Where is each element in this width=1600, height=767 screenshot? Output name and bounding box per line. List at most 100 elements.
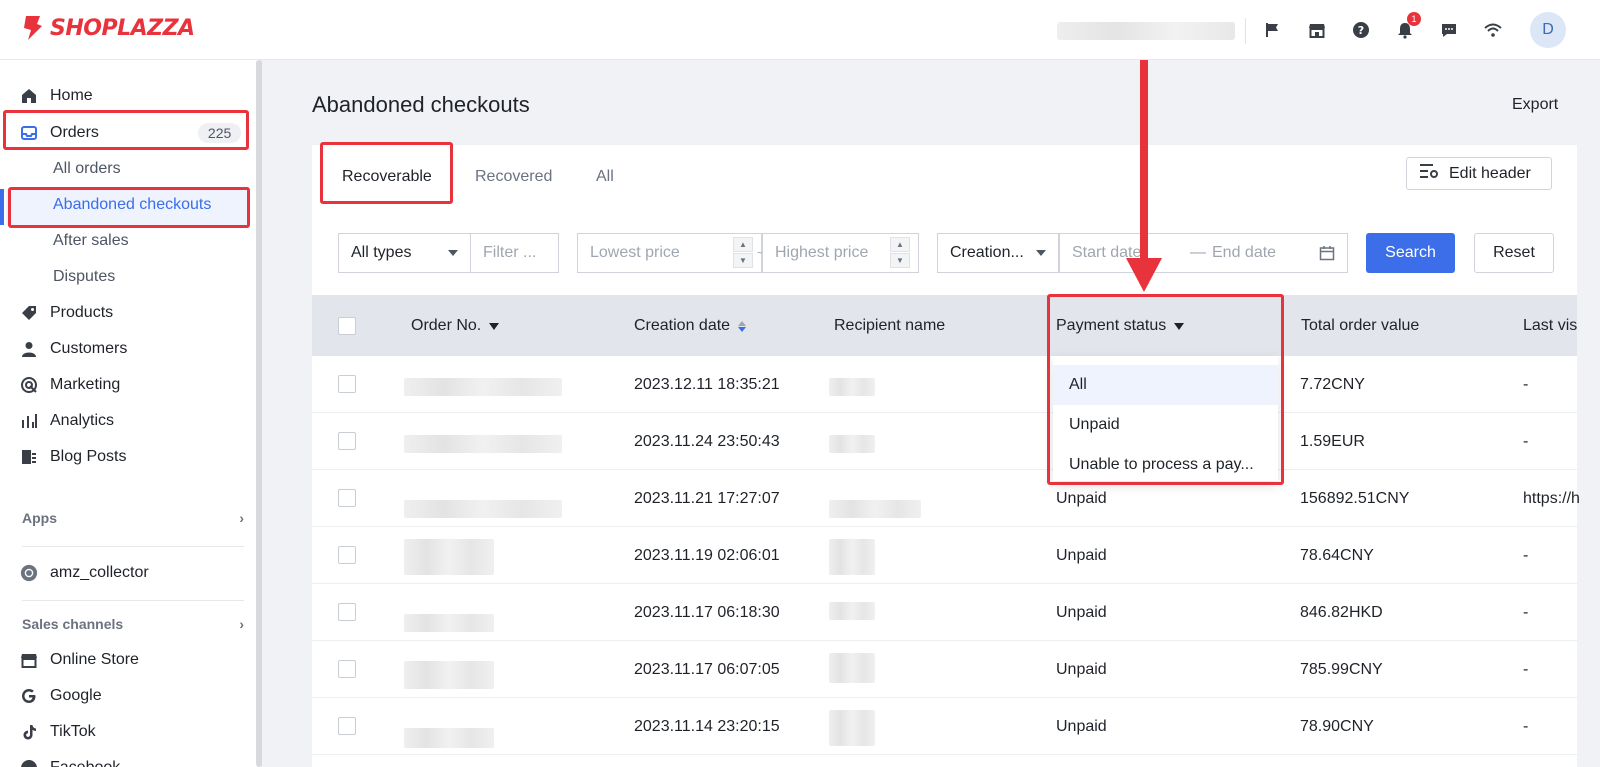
- app-icon: [20, 564, 38, 582]
- date-range-picker[interactable]: Start date — End date: [1059, 233, 1348, 273]
- tab-recovered[interactable]: Recovered: [475, 168, 552, 186]
- column-header-order-no[interactable]: Order No.: [411, 317, 500, 335]
- payment-status: Unpaid: [1056, 490, 1107, 507]
- chevron-right-icon: ›: [239, 510, 244, 526]
- creation-date: 2023.11.19 02:06:01: [634, 547, 780, 564]
- row-checkbox[interactable]: [338, 489, 356, 507]
- sidebar-item-label: Facebook: [50, 759, 120, 767]
- sort-icon[interactable]: [738, 320, 747, 332]
- help-icon[interactable]: ?: [1349, 18, 1373, 42]
- sidebar-scrollbar[interactable]: [256, 60, 262, 767]
- order-number-blurred[interactable]: [404, 539, 494, 575]
- avatar[interactable]: D: [1530, 12, 1566, 48]
- sidebar-item-marketing[interactable]: Marketing: [20, 369, 120, 401]
- home-icon: [20, 87, 38, 105]
- select-all-checkbox[interactable]: [338, 317, 356, 335]
- apps-label: Apps: [22, 510, 57, 526]
- table-row[interactable]: 2023.11.21 17:27:07 Unpaid 156892.51CNY …: [312, 470, 1580, 527]
- sidebar-subitem-after-sales[interactable]: After sales: [53, 225, 129, 257]
- recipient-name-blurred: [829, 539, 875, 575]
- edit-header-button[interactable]: Edit header: [1406, 157, 1552, 190]
- highlight-payment-status: [1047, 294, 1284, 485]
- sales-channels-section-header[interactable]: Sales channels ›: [22, 616, 244, 632]
- recipient-name-blurred: [829, 435, 875, 453]
- sidebar-subitem-all-orders[interactable]: All orders: [53, 153, 121, 185]
- total-order-value: 785.99CNY: [1300, 661, 1383, 678]
- bell-icon[interactable]: 1: [1393, 12, 1421, 42]
- sidebar-subitem-disputes[interactable]: Disputes: [53, 261, 115, 293]
- chevron-down-icon: [448, 250, 458, 256]
- store-icon[interactable]: [1305, 18, 1329, 42]
- filter-input[interactable]: Filter ...: [470, 233, 559, 273]
- search-button[interactable]: Search: [1366, 233, 1455, 273]
- flag-icon[interactable]: [1261, 18, 1285, 42]
- lowest-price-input[interactable]: Lowest price ▲ ▼: [577, 233, 762, 273]
- row-checkbox[interactable]: [338, 375, 356, 393]
- top-bar: SHOPLAZZA ? 1 D: [0, 0, 1600, 60]
- page-title: Abandoned checkouts: [312, 92, 530, 117]
- sidebar-item-label: Online Store: [50, 651, 139, 668]
- column-header-label: Last vis: [1523, 317, 1578, 334]
- last-visited: -: [1523, 547, 1529, 564]
- row-checkbox[interactable]: [338, 432, 356, 450]
- sidebar-item-facebook[interactable]: Facebook: [20, 752, 120, 767]
- row-checkbox[interactable]: [338, 717, 356, 735]
- logo-mark-icon: [24, 16, 42, 40]
- sidebar-item-label: Analytics: [50, 412, 115, 429]
- table-row[interactable]: 2023.12.11 18:35:21 7.72CNY -: [312, 356, 1577, 413]
- store-name-blurred[interactable]: [1057, 22, 1235, 40]
- tab-all[interactable]: All: [596, 168, 614, 186]
- increment-arrow-icon[interactable]: ▲: [890, 237, 910, 252]
- last-visited[interactable]: https://h: [1523, 490, 1580, 508]
- order-number-blurred[interactable]: [404, 500, 562, 518]
- decrement-arrow-icon[interactable]: ▼: [890, 253, 910, 268]
- person-icon: [20, 340, 38, 358]
- sidebar-item-amz-collector[interactable]: amz_collector: [20, 557, 149, 589]
- sidebar-item-google[interactable]: Google: [20, 680, 102, 712]
- table-row[interactable]: 2023.11.24 23:50:43 1.59EUR -: [312, 413, 1577, 470]
- highest-price-input[interactable]: Highest price ▲ ▼: [762, 233, 919, 273]
- table-row[interactable]: 2023.11.14 23:20:15 Unpaid 78.90CNY -: [312, 698, 1577, 755]
- sidebar-item-customers[interactable]: Customers: [20, 333, 127, 365]
- type-select[interactable]: All types: [338, 233, 471, 273]
- apps-section-header[interactable]: Apps ›: [22, 510, 244, 526]
- calendar-icon: [1319, 245, 1335, 266]
- table-row[interactable]: 2023.11.17 06:07:05 Unpaid 785.99CNY -: [312, 641, 1577, 698]
- sidebar-item-home[interactable]: Home: [20, 80, 93, 112]
- payment-status: Unpaid: [1056, 547, 1107, 564]
- sidebar-item-products[interactable]: Products: [20, 297, 113, 329]
- row-checkbox[interactable]: [338, 603, 356, 621]
- sidebar-item-label: Marketing: [50, 376, 121, 393]
- sidebar-item-blog-posts[interactable]: Blog Posts: [20, 441, 126, 473]
- row-checkbox[interactable]: [338, 660, 356, 678]
- order-number-blurred[interactable]: [404, 614, 494, 632]
- wifi-icon[interactable]: [1481, 18, 1505, 42]
- column-settings-icon: [1419, 162, 1439, 185]
- export-button[interactable]: Export: [1512, 96, 1558, 114]
- chat-icon[interactable]: [1437, 18, 1461, 42]
- tag-icon: [20, 304, 38, 322]
- bar-chart-icon: [20, 412, 38, 430]
- order-number-blurred[interactable]: [404, 378, 562, 396]
- sidebar-item-online-store[interactable]: Online Store: [20, 644, 139, 676]
- table-row[interactable]: 2023.11.17 06:18:30 Unpaid 846.82HKD -: [312, 584, 1577, 641]
- date-type-select[interactable]: Creation...: [937, 233, 1059, 273]
- sidebar-item-label: TikTok: [50, 723, 96, 740]
- column-header-recipient-name: Recipient name: [834, 317, 945, 335]
- total-order-value: 7.72CNY: [1300, 376, 1365, 393]
- sidebar-item-analytics[interactable]: Analytics: [20, 405, 114, 437]
- order-number-blurred[interactable]: [404, 728, 494, 748]
- order-number-blurred[interactable]: [404, 661, 494, 689]
- shoplazza-logo[interactable]: SHOPLAZZA: [20, 14, 195, 42]
- sidebar-item-tiktok[interactable]: TikTok: [20, 716, 96, 748]
- creation-date: 2023.11.17 06:18:30: [634, 604, 780, 621]
- total-order-value: 156892.51CNY: [1300, 490, 1410, 507]
- facebook-icon: [20, 759, 38, 767]
- edit-header-label: Edit header: [1449, 164, 1531, 182]
- order-number-blurred[interactable]: [404, 435, 562, 453]
- table-row[interactable]: 2023.11.19 02:06:01 Unpaid 78.64CNY -: [312, 527, 1577, 584]
- row-checkbox[interactable]: [338, 546, 356, 564]
- reset-button[interactable]: Reset: [1474, 233, 1554, 273]
- column-header-creation-date[interactable]: Creation date: [634, 317, 747, 335]
- recipient-name-blurred: [829, 500, 921, 518]
